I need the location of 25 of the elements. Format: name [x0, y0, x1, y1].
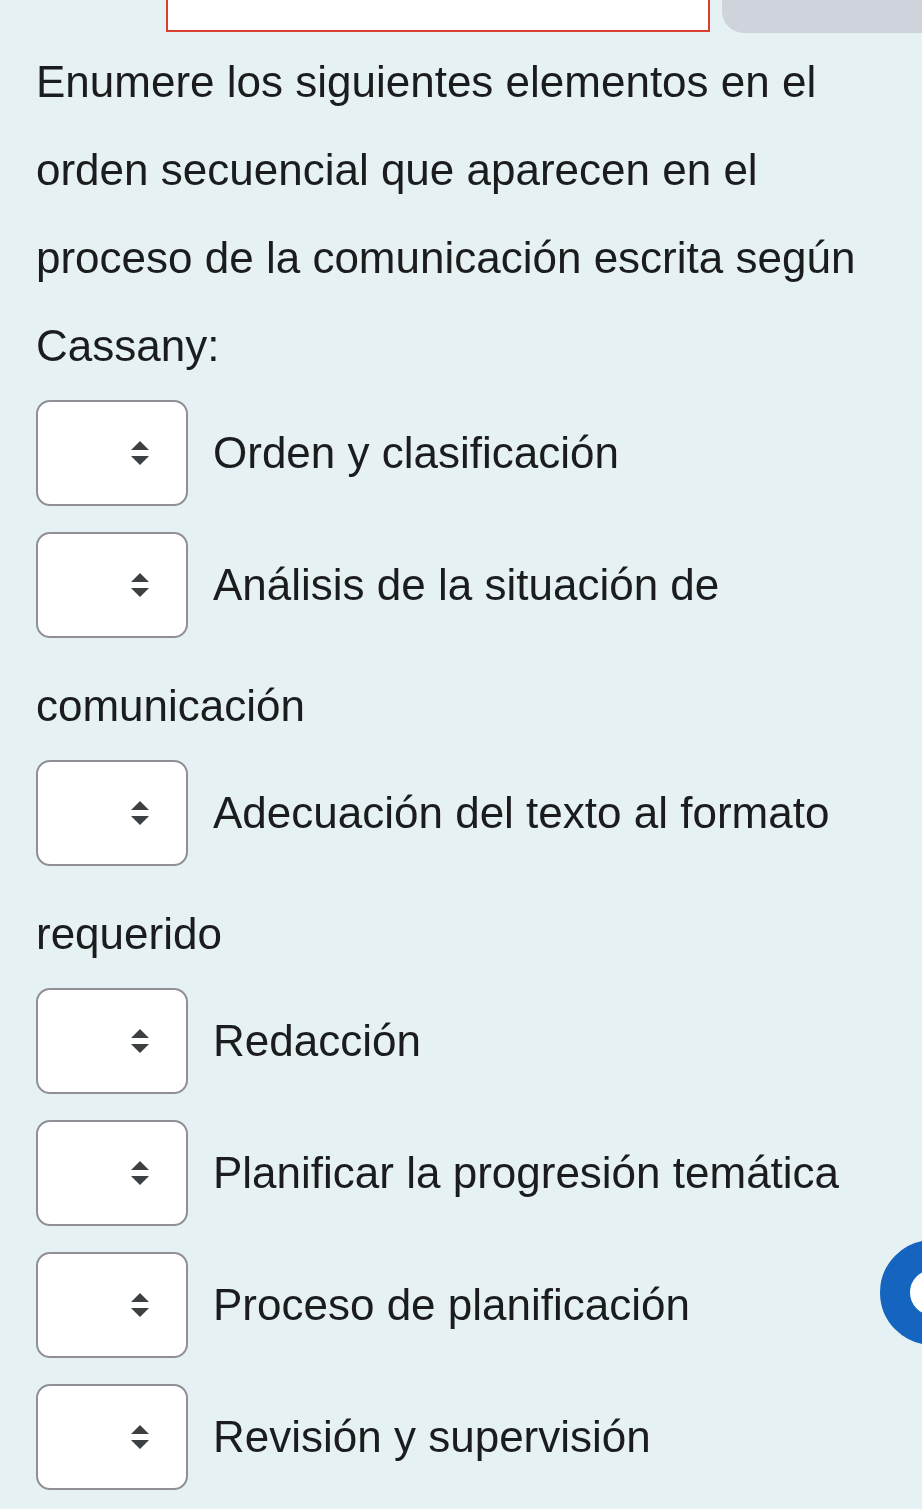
order-select[interactable]	[36, 1252, 188, 1358]
order-select[interactable]	[36, 400, 188, 506]
order-select[interactable]	[36, 760, 188, 866]
sort-arrows-icon	[130, 571, 150, 599]
item-label: Adecuación del texto al formato	[213, 787, 830, 839]
item-label: Orden y clasificación	[213, 427, 619, 479]
item-label: Análisis de la situación de	[213, 559, 720, 611]
question-text: Enumere los siguientes elementos en el orden secuencial que aparecen en el proceso de la comunicación escrita según Cassany:	[36, 56, 857, 372]
item-label: Revisión y supervisión	[213, 1411, 651, 1463]
sort-arrows-icon	[130, 439, 150, 467]
order-select[interactable]	[36, 1120, 188, 1226]
sort-arrows-icon	[130, 1027, 150, 1055]
order-select[interactable]	[36, 988, 188, 1094]
input-field[interactable]	[166, 0, 710, 32]
item-label: Proceso de planificación	[213, 1279, 690, 1331]
item-label: Planificar la progresión temática	[213, 1147, 840, 1199]
order-select[interactable]	[36, 532, 188, 638]
item-label: comunicación	[36, 680, 306, 732]
order-select[interactable]	[36, 1384, 188, 1490]
item-label: requerido	[36, 908, 222, 960]
sort-arrows-icon	[130, 799, 150, 827]
sort-arrows-icon	[130, 1423, 150, 1451]
sort-arrows-icon	[130, 1159, 150, 1187]
sort-arrows-icon	[130, 1291, 150, 1319]
item-label: Redacción	[213, 1015, 421, 1067]
